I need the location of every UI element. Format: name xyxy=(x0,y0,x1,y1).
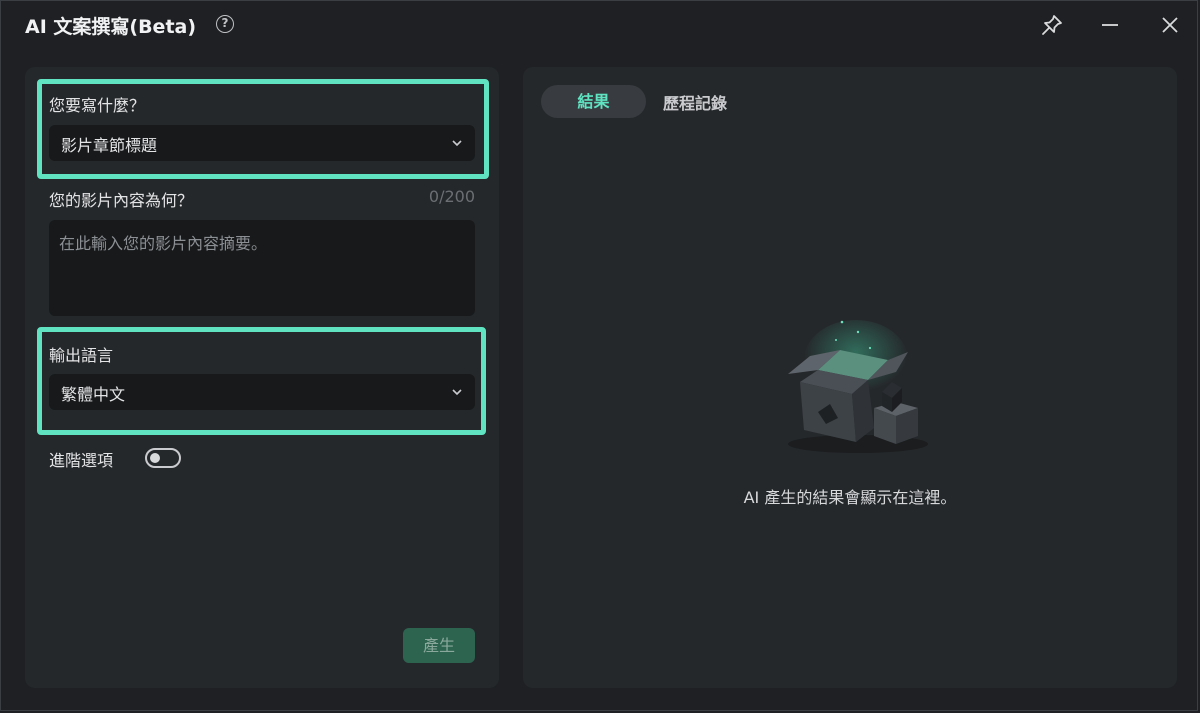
minimize-button[interactable] xyxy=(1097,12,1123,38)
video-content-placeholder: 在此輸入您的影片內容摘要。 xyxy=(59,234,268,253)
generate-button[interactable]: 產生 xyxy=(403,628,475,663)
advanced-options-toggle[interactable] xyxy=(145,448,181,468)
close-icon xyxy=(1162,17,1178,33)
pin-button[interactable] xyxy=(1039,12,1065,38)
empty-box-icon xyxy=(788,320,928,453)
character-counter: 0/200 xyxy=(428,187,475,206)
title-bar: AI 文案撰寫(Beta) ? xyxy=(0,0,1200,52)
window-title: AI 文案撰寫(Beta) xyxy=(25,16,197,38)
empty-state-message: AI 產生的結果會顯示在這裡。 xyxy=(743,488,957,507)
input-panel: 您要寫什麼？ 影片章節標題 您的影片內容為何？ 0/200 在此輸入您的影片內容… xyxy=(25,67,499,688)
highlight-box xyxy=(37,79,489,179)
toggle-knob xyxy=(150,453,160,463)
highlight-box xyxy=(37,327,486,435)
tab-history[interactable]: 歷程記錄 xyxy=(663,90,727,114)
video-content-textarea[interactable]: 在此輸入您的影片內容摘要。 xyxy=(49,220,475,316)
close-button[interactable] xyxy=(1157,12,1183,38)
results-panel: 結果 歷程記錄 AI 產生的結果會顯示在這裡。 xyxy=(523,67,1177,688)
video-content-label: 您的影片內容為何？ xyxy=(49,191,194,210)
pin-icon xyxy=(1042,15,1062,35)
tab-results[interactable]: 結果 xyxy=(541,85,646,118)
advanced-options-label: 進階選項 xyxy=(49,451,114,470)
minimize-icon xyxy=(1102,24,1118,26)
help-icon[interactable]: ? xyxy=(216,15,234,33)
